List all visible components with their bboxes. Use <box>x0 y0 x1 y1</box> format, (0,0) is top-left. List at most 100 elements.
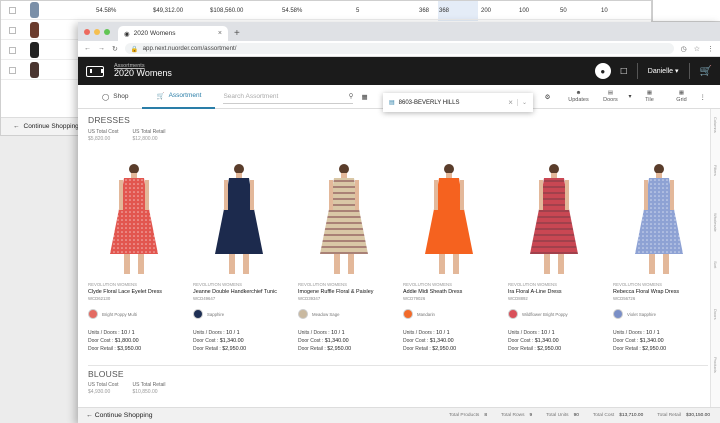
chevron-down-icon: ▾ <box>675 68 679 75</box>
units-doors: Units / Doors : 10 / 1 <box>298 330 345 336</box>
browser-tab[interactable]: ◉ 2020 Womens × <box>118 26 228 41</box>
star-icon[interactable]: ☆ <box>694 45 700 53</box>
door-cost: Door Cost : $1,800.00 <box>88 338 139 344</box>
side-tab[interactable]: Filters <box>713 165 718 176</box>
tab-favicon-icon: ◉ <box>124 30 130 38</box>
close-window-icon[interactable] <box>84 29 90 35</box>
settings-icon[interactable]: ⚙ <box>545 93 551 101</box>
door-cost: Door Cost : $1,340.00 <box>613 338 664 344</box>
history-icon[interactable]: ◷ <box>681 45 687 53</box>
minimize-window-icon[interactable] <box>94 29 100 35</box>
row-checkbox[interactable] <box>9 66 16 74</box>
tag-icon: ◯ <box>102 93 110 101</box>
color-name: Mandarin <box>417 312 435 317</box>
footer-total-rows: Total Rows 9 <box>501 413 533 418</box>
product-card[interactable]: REVOLUTION WOMENS Addie Midi Sheath Dress… <box>403 162 495 362</box>
color-swatch[interactable] <box>508 309 518 319</box>
divider <box>688 63 690 79</box>
more-options-icon[interactable]: ⋮ <box>700 93 707 101</box>
tile-view-button[interactable]: ▦ Tile <box>636 90 664 103</box>
chevron-down-icon[interactable]: ▾ <box>628 93 631 100</box>
color-swatch[interactable] <box>298 309 308 319</box>
browser-menu-icon[interactable]: ⋮ <box>707 45 714 53</box>
side-tab[interactable]: Sort <box>713 261 718 268</box>
product-style-number: WCD8892 <box>508 296 528 301</box>
units-doors: Units / Doors : 10 / 1 <box>508 330 555 336</box>
page-title: 2020 Womens <box>114 68 172 79</box>
product-image[interactable] <box>193 162 285 277</box>
updates-button[interactable]: ☻ Updates <box>564 90 592 103</box>
continue-shopping-button[interactable]: ← Continue Shopping <box>86 412 153 419</box>
logo-icon <box>86 65 104 77</box>
door-cost: Door Cost : $1,340.00 <box>193 338 244 344</box>
product-card[interactable]: REVOLUTION WOMENS Rebecca Floral Wrap Dre… <box>613 162 705 362</box>
user-menu[interactable]: Danielle ▾ <box>648 67 679 75</box>
product-name[interactable]: Imogene Ruffle Floral & Paisley <box>298 289 373 295</box>
product-thumbnail <box>30 62 39 78</box>
product-image[interactable] <box>613 162 705 277</box>
product-name[interactable]: Jeanne Double Handkerchief Tunic <box>193 289 277 295</box>
total-retail: US Total Retail $10,850.00 <box>132 382 166 395</box>
breadcrumb: Assortments 2020 Womens <box>114 63 172 79</box>
door-retail: Door Retail : $3,950.00 <box>88 346 142 352</box>
footer-total-cost: Total Cost $13,710.00 <box>592 413 644 418</box>
product-name[interactable]: Clyde Floral Lace Eyelet Dress <box>88 289 162 295</box>
chat-icon[interactable]: □ <box>621 66 627 77</box>
user-avatar-icon[interactable]: ● <box>594 63 611 79</box>
row-checkbox[interactable] <box>9 46 16 54</box>
row-checkbox[interactable] <box>9 26 16 34</box>
product-thumbnail <box>30 42 39 58</box>
chevron-down-icon[interactable]: ⌄ <box>516 99 527 106</box>
side-tab[interactable]: Wholesale <box>713 213 718 232</box>
product-name[interactable]: Rebecca Floral Wrap Dress <box>613 289 679 295</box>
product-style-number: WCD39347 <box>298 296 321 301</box>
tab-shop[interactable]: ◯ Shop <box>88 85 142 109</box>
maximize-window-icon[interactable] <box>104 29 110 35</box>
product-card[interactable]: REVOLUTION WOMENS Ira Floral A-Line Dress… <box>508 162 600 362</box>
product-name[interactable]: Ira Floral A-Line Dress <box>508 289 562 295</box>
back-icon[interactable]: ← <box>84 45 91 52</box>
person-icon: ☻ <box>575 90 582 96</box>
total-cost: US Total Cost $5,820.00 <box>88 129 119 142</box>
forward-icon[interactable]: → <box>98 45 105 52</box>
table-row[interactable] <box>1 1 651 20</box>
side-tab[interactable]: Columns <box>713 117 718 133</box>
color-swatch[interactable] <box>193 309 203 319</box>
tile-icon: ▦ <box>646 90 653 96</box>
product-card[interactable]: REVOLUTION WOMENS Imogene Ruffle Floral &… <box>298 162 390 362</box>
color-name: Meadow Sage <box>312 312 340 317</box>
side-tab[interactable]: Doors <box>713 309 718 320</box>
footer-total-retail: Total Retail $30,150.00 <box>657 413 710 418</box>
product-image[interactable] <box>403 162 495 277</box>
product-card[interactable]: REVOLUTION WOMENS Jeanne Double Handkerch… <box>193 162 285 362</box>
color-swatch[interactable] <box>403 309 413 319</box>
product-image[interactable] <box>508 162 600 277</box>
door-retail: Door Retail : $2,950.00 <box>193 346 247 352</box>
clear-icon[interactable]: × <box>508 98 513 107</box>
cart-icon[interactable]: 🛒 <box>700 66 712 77</box>
color-swatch[interactable] <box>613 309 623 319</box>
url-field[interactable]: 🔒 app.next.nuorder.com/assortment/ <box>124 43 674 54</box>
search-input[interactable]: Search Assortment ⚲ <box>223 90 354 104</box>
product-name[interactable]: Addie Midi Sheath Dress <box>403 289 462 295</box>
product-card[interactable]: REVOLUTION WOMENS Clyde Floral Lace Eyele… <box>88 162 180 362</box>
product-image[interactable] <box>298 162 390 277</box>
side-panel-tabs: Columns Filters Wholesale Sort Doors Products <box>710 109 720 407</box>
side-tab[interactable]: Products <box>713 357 718 373</box>
color-swatch[interactable] <box>88 309 98 319</box>
product-image[interactable] <box>88 162 180 277</box>
tab-assortment[interactable]: 🛒 Assortment <box>142 85 216 109</box>
reload-icon[interactable]: ↻ <box>112 45 118 53</box>
new-tab-icon[interactable]: + <box>228 28 240 41</box>
product-grid: REVOLUTION WOMENS Clyde Floral Lace Eyele… <box>78 162 708 362</box>
doors-button[interactable]: ▤ Doors <box>596 90 624 103</box>
close-tab-icon[interactable]: × <box>218 30 222 37</box>
grid-view-button[interactable]: ▦ Grid <box>668 90 696 103</box>
door-selector[interactable]: ▤ 8603-BEVERLY HILLS × ⌄ <box>383 93 533 112</box>
units-doors: Units / Doors : 10 / 1 <box>403 330 450 336</box>
product-style-number: WCD56726 <box>613 296 636 301</box>
calendar-icon[interactable]: ▦ <box>361 93 367 101</box>
store-icon: ▤ <box>607 90 614 96</box>
product-thumbnail <box>30 22 39 38</box>
row-checkbox[interactable] <box>9 6 16 14</box>
